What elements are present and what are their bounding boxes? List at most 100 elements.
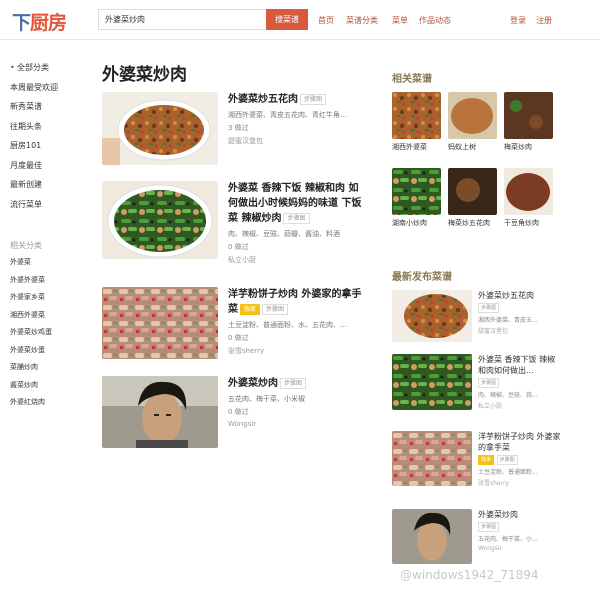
recipe-thumbnail[interactable] bbox=[102, 376, 218, 448]
newest-recipe-author[interactable]: Wongsir bbox=[478, 545, 562, 552]
sidebar-item-label: 全部分类 bbox=[17, 63, 49, 72]
step-photo-badge: 步骤图 bbox=[300, 93, 327, 105]
newest-recipe-info: 外婆菜 香辣下饭 辣椒和肉如何做出... 步骤图 肉、辣椒、豆豉、蒜... 私立… bbox=[478, 354, 562, 410]
newest-recipe-title[interactable]: 外婆菜炒五花肉 bbox=[478, 290, 562, 301]
step-photo-badge: 步骤图 bbox=[478, 378, 500, 388]
sidebar-item-rookie[interactable]: 新秀菜谱 bbox=[10, 101, 90, 121]
newest-recipe-image[interactable] bbox=[392, 509, 472, 564]
sidebar-item-kitchen101[interactable]: 厨房101 bbox=[10, 140, 90, 160]
search-input[interactable]: 外婆菜炒肉 bbox=[98, 9, 266, 30]
related-category[interactable]: 外婆菜炒鸡蛋 bbox=[10, 327, 90, 345]
recipe-info: 外婆菜炒五花肉 步骤图 湘西外婆菜、青皮五花肉、青红牛角... 3 做过 甜蜜汉堡… bbox=[228, 92, 368, 146]
sidebar-item-monthly-best[interactable]: 月度最佳 bbox=[10, 160, 90, 180]
related-recipe-name[interactable]: 湘西外婆菜 bbox=[392, 142, 441, 152]
related-recipes-title: 相关菜谱 bbox=[392, 74, 432, 85]
sidebar-item-all-categories[interactable]: • 全部分类 bbox=[10, 62, 90, 82]
related-recipe-image[interactable] bbox=[504, 92, 553, 139]
recipe-thumbnail[interactable] bbox=[102, 287, 218, 359]
step-photo-badge: 步骤图 bbox=[496, 455, 518, 465]
related-category[interactable]: 外婆红烧肉 bbox=[10, 397, 90, 415]
login-link[interactable]: 登录 bbox=[510, 15, 526, 26]
newest-recipe-author[interactable]: 私立小厨 bbox=[478, 401, 562, 410]
newest-recipe-author[interactable]: 甜蜜汉堡包 bbox=[478, 326, 562, 335]
related-recipe[interactable]: 梅菜炒肉 bbox=[504, 92, 553, 152]
recipe-title[interactable]: 洋芋粉饼子炒肉 外婆家的拿手菜 独家 步骤图 bbox=[228, 287, 368, 317]
related-category[interactable]: 外婆菜 bbox=[10, 257, 90, 275]
recipe-done-count: 3 做过 bbox=[228, 124, 249, 132]
site-logo[interactable]: 下厨房 bbox=[12, 8, 67, 35]
step-photo-badge: 步骤图 bbox=[478, 522, 500, 532]
related-category[interactable]: 外婆外婆菜 bbox=[10, 275, 90, 293]
nav-categories[interactable]: 菜谱分类 bbox=[346, 15, 378, 26]
nav-home[interactable]: 首页 bbox=[318, 15, 334, 26]
related-recipe[interactable]: 蚂蚁上树 bbox=[448, 92, 497, 152]
recipe-card[interactable]: 外婆菜炒五花肉 步骤图 湘西外婆菜、青皮五花肉、青红牛角... 3 做过 甜蜜汉堡… bbox=[102, 92, 372, 167]
newest-recipe-info: 外婆菜炒五花肉 步骤图 湘西外婆菜、青皮五... 甜蜜汉堡包 bbox=[478, 290, 562, 335]
related-category[interactable]: 外婆菜炒蛋 bbox=[10, 345, 90, 363]
newest-recipe-ingredients: 湘西外婆菜、青皮五... bbox=[478, 317, 538, 324]
related-recipe-name[interactable]: 梅菜炒五花肉 bbox=[448, 218, 497, 228]
exclusive-badge: 独家 bbox=[478, 455, 495, 465]
sidebar-item-popular-menus[interactable]: 流行菜单 bbox=[10, 199, 90, 219]
nav-menus[interactable]: 菜单 bbox=[392, 15, 408, 26]
newest-recipe-image[interactable] bbox=[392, 431, 472, 486]
sidebar-item-past-headlines[interactable]: 往期头条 bbox=[10, 121, 90, 141]
recipe-author[interactable]: 甜蜜汉堡包 bbox=[228, 136, 368, 146]
newest-recipe-title[interactable]: 外婆菜炒肉 bbox=[478, 509, 562, 520]
recipe-card[interactable]: 外婆菜炒肉 步骤图 五花肉、梅干菜、小米椒 0 做过 Wongsir bbox=[102, 376, 372, 451]
related-recipe-image[interactable] bbox=[448, 92, 497, 139]
bullet-icon: • bbox=[10, 63, 15, 72]
related-recipe[interactable]: 湖南小炒肉 bbox=[392, 168, 441, 228]
recipe-thumbnail[interactable] bbox=[102, 92, 218, 165]
recipe-author[interactable]: Wongsir bbox=[228, 420, 368, 428]
related-recipe[interactable]: 湘西外婆菜 bbox=[392, 92, 441, 152]
related-recipe-image[interactable] bbox=[392, 92, 441, 139]
search-button[interactable]: 搜菜谱 bbox=[266, 9, 308, 30]
newest-recipe[interactable]: 外婆菜 香辣下饭 辣椒和肉如何做出... 步骤图 肉、辣椒、豆豉、蒜... 私立… bbox=[392, 354, 562, 412]
related-recipe[interactable]: 梅菜炒五花肉 bbox=[448, 168, 497, 228]
recipe-done-count: 0 做过 bbox=[228, 408, 249, 416]
recipe-title[interactable]: 外婆菜 香辣下饭 辣椒和肉 如何做出小时候妈妈的味道 下饭菜 辣椒炒肉 步骤图 bbox=[228, 181, 368, 226]
sidebar-item-newest[interactable]: 最新创建 bbox=[10, 179, 90, 199]
logo-rest: 厨房 bbox=[30, 12, 67, 34]
recipe-thumbnail[interactable] bbox=[102, 181, 218, 259]
register-link[interactable]: 注册 bbox=[536, 15, 552, 26]
related-recipe-name[interactable]: 湖南小炒肉 bbox=[392, 218, 441, 228]
recipe-title[interactable]: 外婆菜炒五花肉 步骤图 bbox=[228, 92, 368, 107]
related-recipe-image[interactable] bbox=[392, 168, 441, 215]
related-recipe-image[interactable] bbox=[448, 168, 497, 215]
newest-recipe[interactable]: 外婆菜炒肉 步骤图 五花肉、梅干菜、小... Wongsir bbox=[392, 509, 562, 564]
sidebar-item-weekly-popular[interactable]: 本周最受欢迎 bbox=[10, 82, 90, 102]
newest-recipe-author[interactable]: 张雪sherry bbox=[478, 478, 562, 487]
newest-recipe-image[interactable] bbox=[392, 354, 472, 410]
recipe-info: 洋芋粉饼子炒肉 外婆家的拿手菜 独家 步骤图 土豆淀粉、普通面粉、水、五花肉、...… bbox=[228, 287, 368, 356]
related-recipe[interactable]: 干豆角炒肉 bbox=[504, 168, 553, 228]
newest-recipe-image[interactable] bbox=[392, 290, 472, 342]
logo-first-char: 下 bbox=[12, 12, 31, 34]
related-category[interactable]: 菜脯炒肉 bbox=[10, 362, 90, 380]
recipe-title-text: 外婆菜炒肉 bbox=[228, 378, 278, 389]
nav-feed[interactable]: 作品动态 bbox=[419, 15, 451, 26]
recipe-author[interactable]: 私立小厨 bbox=[228, 255, 368, 265]
step-photo-badge: 步骤图 bbox=[478, 303, 500, 313]
newest-recipe[interactable]: 洋芋粉饼子炒肉 外婆家的拿手菜 独家 步骤图 土豆淀粉、普通面粉... 张雪sh… bbox=[392, 431, 562, 489]
recipe-ingredients: 五花肉、梅干菜、小米椒 bbox=[228, 395, 305, 403]
newest-recipe-title[interactable]: 外婆菜 香辣下饭 辣椒和肉如何做出... bbox=[478, 354, 562, 376]
recipe-title-text: 外婆菜炒五花肉 bbox=[228, 94, 298, 105]
recipe-card[interactable]: 洋芋粉饼子炒肉 外婆家的拿手菜 独家 步骤图 土豆淀粉、普通面粉、水、五花肉、...… bbox=[102, 287, 372, 362]
newest-recipe[interactable]: 外婆菜炒五花肉 步骤图 湘西外婆菜、青皮五... 甜蜜汉堡包 bbox=[392, 290, 562, 342]
related-recipe-name[interactable]: 梅菜炒肉 bbox=[504, 142, 553, 152]
related-category[interactable]: 外婆家乡菜 bbox=[10, 292, 90, 310]
recipe-ingredients: 肉、辣椒、豆豉、蒜瓣、酱油、料酒 bbox=[228, 230, 340, 238]
newest-recipe-title[interactable]: 洋芋粉饼子炒肉 外婆家的拿手菜 bbox=[478, 431, 562, 453]
related-recipe-name[interactable]: 蚂蚁上树 bbox=[448, 142, 497, 152]
related-category[interactable]: 酱菜炒肉 bbox=[10, 380, 90, 398]
recipe-title[interactable]: 外婆菜炒肉 步骤图 bbox=[228, 376, 368, 391]
related-recipe-image[interactable] bbox=[504, 168, 553, 215]
newest-recipe-info: 外婆菜炒肉 步骤图 五花肉、梅干菜、小... Wongsir bbox=[478, 509, 562, 552]
recipe-author[interactable]: 张雪sherry bbox=[228, 346, 368, 356]
left-sidebar: • 全部分类 本周最受欢迎 新秀菜谱 往期头条 厨房101 月度最佳 最新创建 流… bbox=[10, 62, 90, 415]
recipe-card[interactable]: 外婆菜 香辣下饭 辣椒和肉 如何做出小时候妈妈的味道 下饭菜 辣椒炒肉 步骤图 肉… bbox=[102, 181, 372, 271]
related-recipe-name[interactable]: 干豆角炒肉 bbox=[504, 218, 553, 228]
related-category[interactable]: 湘西外婆菜 bbox=[10, 310, 90, 328]
